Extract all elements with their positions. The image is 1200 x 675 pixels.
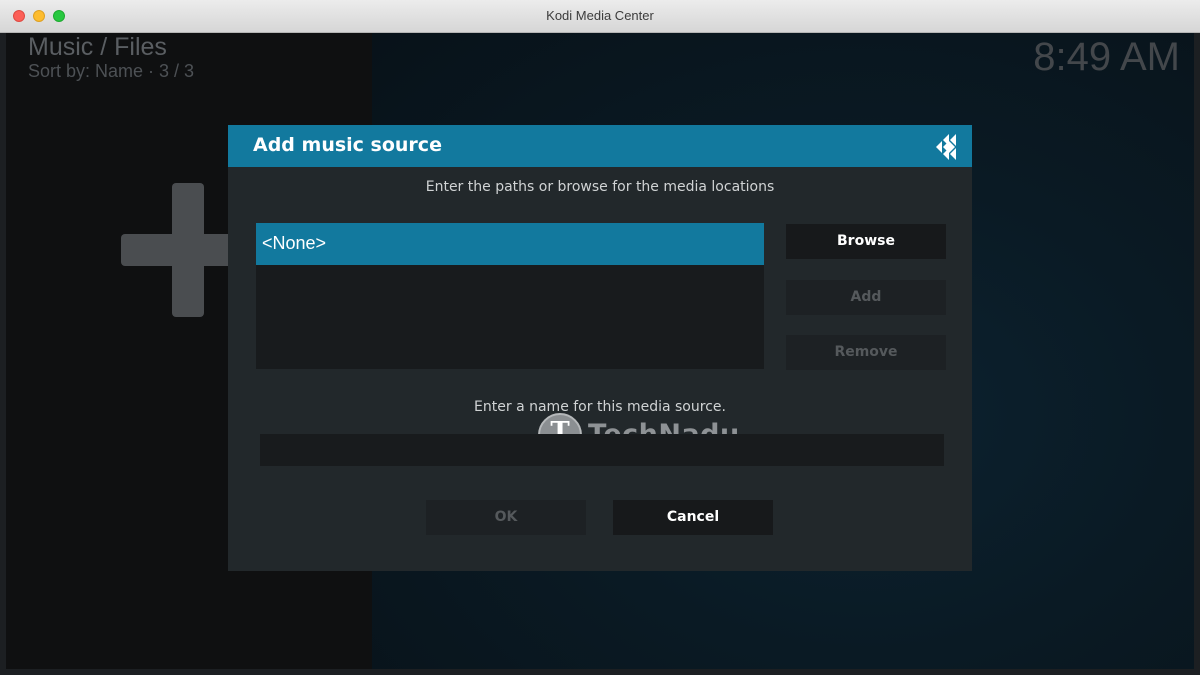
source-path-list[interactable]: <None> T TechNadu <box>256 223 764 457</box>
name-prompt: Enter a name for this media source. <box>474 399 726 415</box>
remove-button[interactable]: Remove <box>786 335 946 370</box>
path-item-label: <None> <box>262 233 327 253</box>
list-item[interactable]: <None> <box>256 223 764 265</box>
kodi-logo-icon <box>936 134 956 160</box>
sort-info: Sort by: Name · 3 / 3 <box>28 61 195 81</box>
ok-button[interactable]: OK <box>426 500 586 535</box>
app-window: Kodi Media Center Music / Files Sort by:… <box>0 0 1200 675</box>
dialog-header: Add music source <box>228 125 972 167</box>
source-name-input[interactable] <box>260 434 944 466</box>
title-bar: Kodi Media Center <box>0 0 1200 33</box>
window-title: Kodi Media Center <box>546 8 654 23</box>
cancel-button[interactable]: Cancel <box>613 500 773 535</box>
browse-button[interactable]: Browse <box>786 224 946 259</box>
dialog-title: Add music source <box>253 134 442 156</box>
clock: 8:49 AM <box>1033 35 1180 79</box>
add-source-dialog: Add music source Enter the paths or brow… <box>228 125 972 571</box>
add-button[interactable]: Add <box>786 280 946 315</box>
page-title: Music / Files <box>28 33 167 61</box>
paths-prompt: Enter the paths or browse for the media … <box>425 179 775 195</box>
